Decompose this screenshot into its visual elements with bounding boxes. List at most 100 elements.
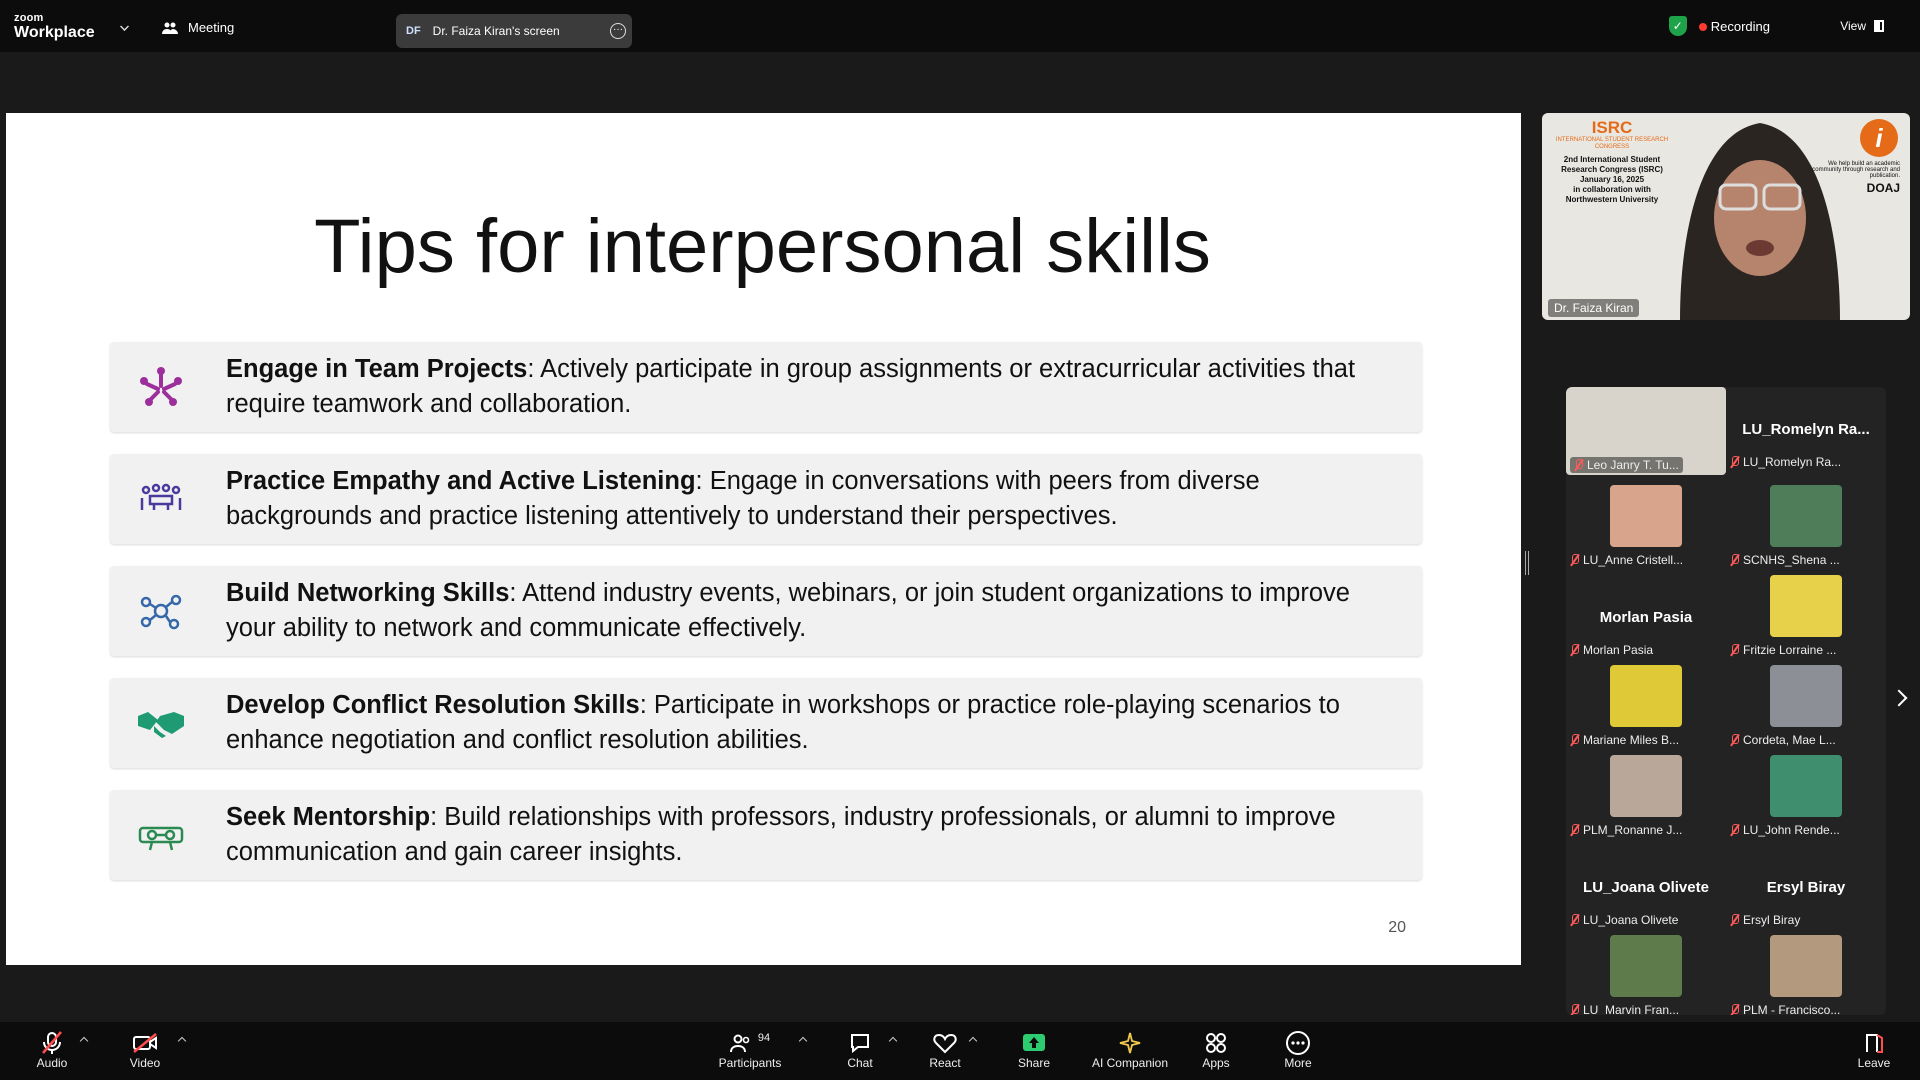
active-speaker-video[interactable]: ISRC INTERNATIONAL STUDENT RESEARCH CONG…: [1542, 113, 1910, 320]
participant-video: [1770, 575, 1842, 637]
participant-tile[interactable]: PLM_Ronanne J...: [1566, 755, 1726, 845]
slide-page-number: 20: [1388, 919, 1406, 936]
shared-screen-pill[interactable]: DF Dr. Faiza Kiran's screen ···: [396, 14, 632, 48]
participant-big-name: LU_Joana Olivete: [1583, 879, 1709, 896]
apps-label: Apps: [1202, 1056, 1230, 1070]
leave-button[interactable]: Leave: [1856, 1030, 1892, 1070]
participant-name: Mariane Miles B...: [1583, 733, 1680, 747]
more-options-icon[interactable]: ···: [610, 23, 626, 39]
mic-muted-icon: [1570, 734, 1579, 746]
participant-video: [1610, 755, 1682, 817]
participant-name: LU_Romelyn Ra...: [1743, 455, 1842, 469]
participant-name: Leo Janry T. Tu...: [1587, 458, 1679, 472]
mic-muted-icon: [1730, 644, 1739, 656]
chat-label: Chat: [847, 1056, 873, 1070]
mic-muted-icon: [1730, 554, 1739, 566]
participant-tile[interactable]: LU_Romelyn Ra... LU_Romelyn Ra...: [1726, 387, 1886, 477]
video-label: Video: [129, 1056, 161, 1070]
participant-name: Ersyl Biray: [1743, 913, 1801, 927]
participant-label: SCNHS_Shena ...: [1730, 553, 1840, 567]
video-options-caret-icon[interactable]: [177, 1036, 187, 1046]
participant-name: Morlan Pasia: [1583, 643, 1654, 657]
view-button[interactable]: View: [1840, 19, 1884, 33]
participant-name: LU_John Rende...: [1743, 823, 1840, 837]
share-button[interactable]: Share: [1014, 1030, 1054, 1070]
participant-video: [1770, 755, 1842, 817]
participant-tile[interactable]: Fritzie Lorraine ...: [1726, 575, 1886, 665]
participant-video: [1610, 665, 1682, 727]
participant-name: LU_Joana Olivete: [1583, 913, 1679, 927]
tip-card: Build Networking Skills: Attend industry…: [110, 566, 1422, 656]
speaker-video-feed: [1680, 123, 1840, 320]
participant-label: Leo Janry T. Tu...: [1570, 457, 1683, 473]
slide-title-text: Tips for interpersonal skills: [314, 204, 1211, 289]
participants-options-caret-icon[interactable]: [798, 1036, 808, 1046]
ijsrc-logo-icon: i: [1860, 119, 1898, 157]
participant-tile[interactable]: LU_John Rende...: [1726, 755, 1886, 845]
chat-options-caret-icon[interactable]: [888, 1036, 898, 1046]
recording-indicator[interactable]: Recording: [1698, 18, 1770, 34]
chat-button[interactable]: Chat: [840, 1030, 880, 1070]
participant-tile[interactable]: SCNHS_Shena ...: [1726, 485, 1886, 575]
mic-muted-icon: [34, 1030, 70, 1056]
shield-check-icon[interactable]: ✓: [1668, 16, 1687, 36]
participant-name: Cordeta, Mae L...: [1743, 733, 1836, 747]
react-options-caret-icon[interactable]: [968, 1036, 978, 1046]
tip-card: Seek Mentorship: Build relationships wit…: [110, 790, 1422, 880]
meeting-controls-bar: Audio Video 94 Participants Chat React S…: [0, 1022, 1920, 1080]
participant-label: LU_Romelyn Ra...: [1730, 455, 1841, 469]
virtual-background-text: ISRC INTERNATIONAL STUDENT RESEARCH CONG…: [1552, 119, 1672, 205]
video-off-icon: [126, 1030, 164, 1056]
react-label: React: [929, 1056, 961, 1070]
audio-button[interactable]: Audio: [34, 1030, 70, 1070]
network-icon: [140, 594, 182, 630]
participant-name: LU_Anne Cristell...: [1583, 553, 1684, 567]
mic-muted-icon: [1730, 1004, 1739, 1015]
view-layout-icon: [1874, 20, 1884, 32]
leave-door-icon: [1856, 1030, 1892, 1056]
gallery-next-arrow-icon[interactable]: [1890, 689, 1908, 707]
more-button[interactable]: More: [1280, 1030, 1316, 1070]
participant-tile[interactable]: Ersyl Biray Ersyl Biray: [1726, 845, 1886, 935]
mic-muted-icon: [1574, 459, 1583, 471]
zoom-workplace-logo[interactable]: zoom Workplace: [14, 13, 95, 41]
participant-video: [1770, 935, 1842, 997]
participant-label: Ersyl Biray: [1730, 913, 1800, 927]
leave-label: Leave: [1857, 1056, 1891, 1070]
bg-sub: INTERNATIONAL STUDENT RESEARCH CONGRESS: [1555, 137, 1669, 150]
video-button[interactable]: Video: [126, 1030, 164, 1070]
participants-count: 94: [757, 1032, 771, 1044]
speaker-name: Dr. Faiza Kiran: [1548, 299, 1640, 317]
participant-tile[interactable]: Cordeta, Mae L...: [1726, 665, 1886, 755]
participant-name: PLM - Francisco...: [1743, 1003, 1841, 1015]
apps-button[interactable]: Apps: [1198, 1030, 1234, 1070]
participant-tile[interactable]: LU_Joana Olivete LU_Joana Olivete: [1566, 845, 1726, 935]
participant-name: LU_Marvin Fran...: [1583, 1003, 1680, 1015]
participant-tile[interactable]: PLM - Francisco...: [1726, 935, 1886, 1015]
ai-companion-button[interactable]: AI Companion: [1088, 1030, 1172, 1070]
participant-label: PLM - Francisco...: [1730, 1003, 1840, 1015]
ai-companion-label: AI Companion: [1091, 1056, 1169, 1070]
top-bar: zoom Workplace Meeting DF Dr. Faiza Kira…: [0, 0, 1920, 52]
mic-muted-icon: [1730, 914, 1739, 926]
participant-tile[interactable]: LU_Anne Cristell...: [1566, 485, 1726, 575]
tip-card: Practice Empathy and Active Listening: E…: [110, 454, 1422, 544]
tip-text: Develop Conflict Resolution Skills: Part…: [226, 688, 1406, 758]
participants-button[interactable]: 94 Participants: [716, 1030, 784, 1070]
participant-big-name: LU_Romelyn Ra...: [1742, 421, 1870, 438]
audio-options-caret-icon[interactable]: [79, 1036, 89, 1046]
more-label: More: [1284, 1056, 1312, 1070]
react-button[interactable]: React: [926, 1030, 964, 1070]
recording-label: Recording: [1710, 18, 1770, 34]
participant-tile[interactable]: Mariane Miles B...: [1566, 665, 1726, 755]
participant-label: Cordeta, Mae L...: [1730, 733, 1836, 747]
chevron-down-icon[interactable]: [120, 22, 129, 31]
panel-resize-handle[interactable]: [1525, 551, 1529, 575]
meeting-menu[interactable]: Meeting: [162, 20, 234, 35]
participant-tile[interactable]: Morlan Pasia Morlan Pasia: [1566, 575, 1726, 665]
participant-tile[interactable]: Leo Janry T. Tu...: [1566, 387, 1726, 477]
share-screen-icon: [1014, 1030, 1054, 1056]
tip-text: Practice Empathy and Active Listening: E…: [226, 464, 1406, 534]
participant-tile[interactable]: LU_Marvin Fran...: [1566, 935, 1726, 1015]
sparkle-icon: [1088, 1030, 1172, 1056]
